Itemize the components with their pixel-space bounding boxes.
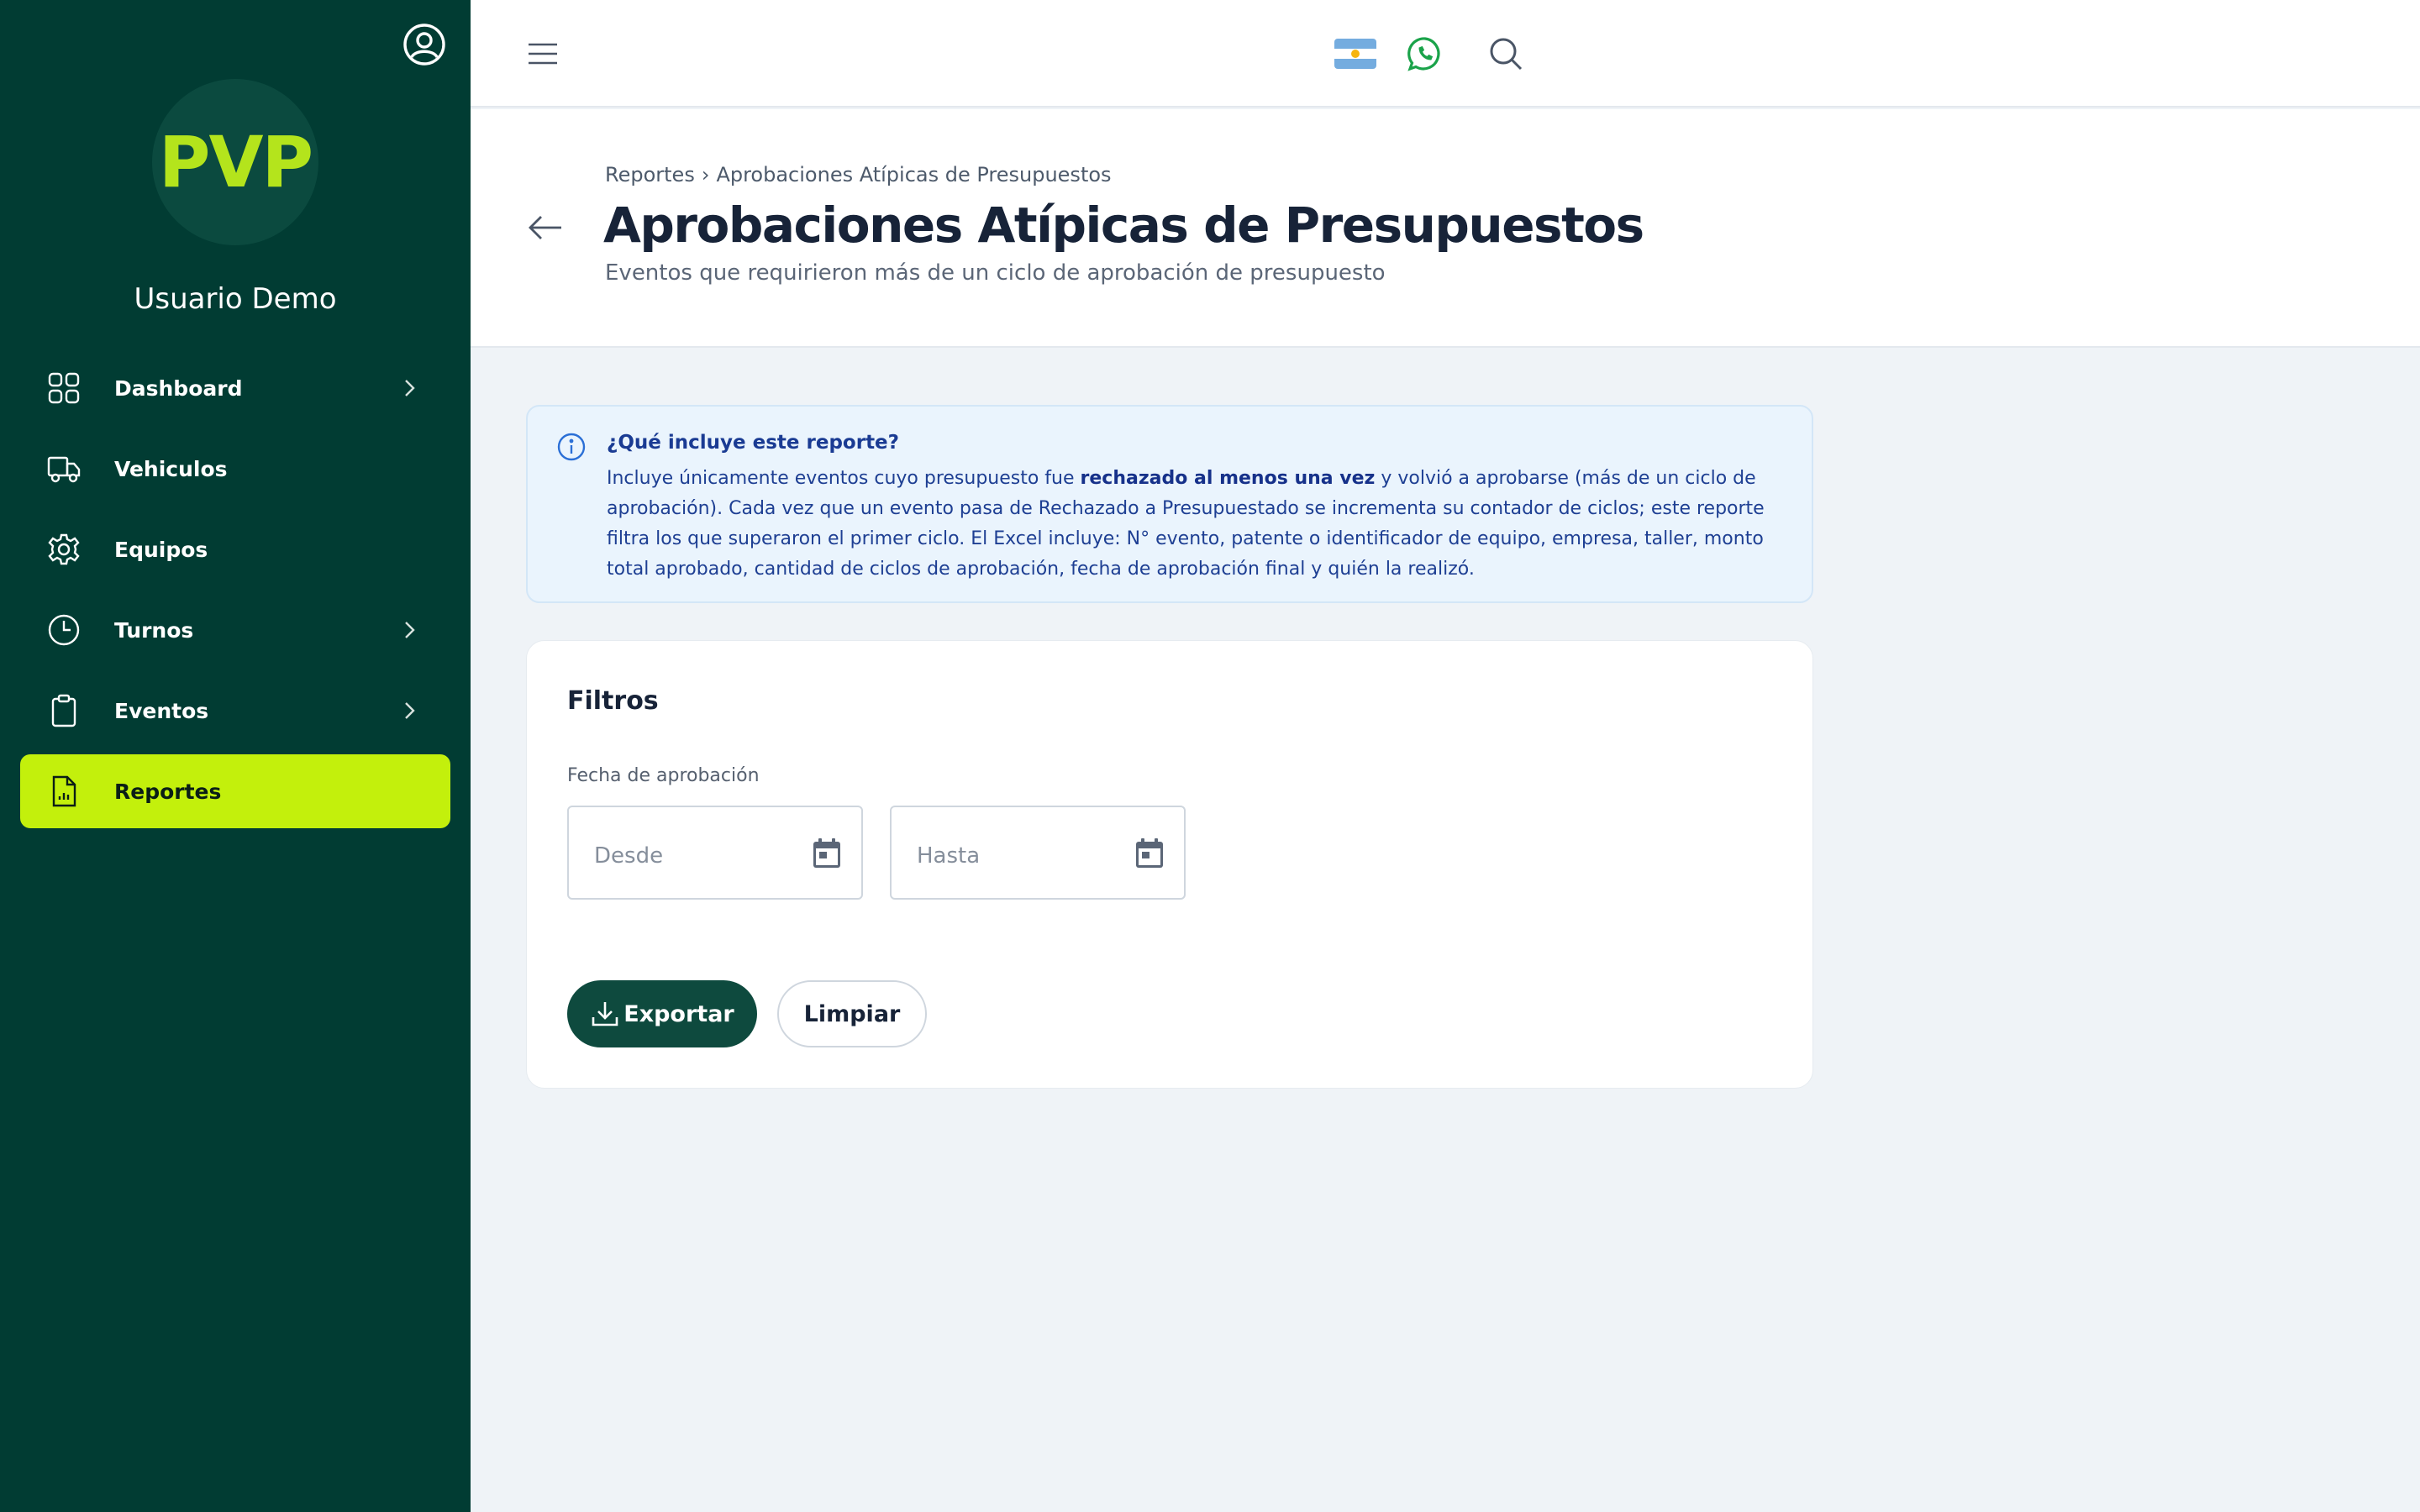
logo-text: PVP	[158, 121, 313, 203]
menu-icon[interactable]	[526, 37, 560, 71]
report-icon	[52, 775, 76, 807]
clipboard-icon	[51, 694, 76, 727]
sidebar-item-label: Equipos	[114, 537, 208, 562]
sidebar-item-label: Turnos	[114, 617, 194, 643]
truck-icon	[47, 456, 81, 483]
sidebar-item-vehiculos[interactable]: Vehiculos	[20, 432, 450, 506]
export-button-label: Exportar	[623, 1000, 734, 1027]
date-from-input[interactable]	[594, 839, 796, 873]
sidebar-item-label: Eventos	[114, 698, 209, 723]
user-name: Usuario Demo	[134, 282, 337, 316]
sidebar-nav: Dashboard Vehiculos Equipos Turnos Event…	[20, 351, 450, 835]
breadcrumb-item-reportes[interactable]: Reportes	[605, 163, 695, 186]
whatsapp-icon[interactable]	[1407, 35, 1444, 72]
page-subtitle: Eventos que requirieron más de un ciclo …	[605, 260, 1386, 286]
date-range-label: Fecha de aprobación	[567, 765, 760, 786]
clock-icon	[48, 614, 80, 646]
user-profile-icon[interactable]	[402, 22, 447, 67]
sidebar-item-label: Dashboard	[114, 375, 243, 401]
grid-icon	[48, 372, 80, 404]
date-to-field[interactable]	[890, 806, 1186, 900]
filters-title: Filtros	[567, 686, 659, 716]
calendar-icon[interactable]	[809, 836, 844, 871]
brand-logo: PVP	[152, 79, 318, 245]
search-icon[interactable]	[1487, 35, 1524, 72]
breadcrumb-item-current: Aprobaciones Atípicas de Presupuestos	[716, 163, 1112, 186]
page-title: Aprobaciones Atípicas de Presupuestos	[603, 197, 1644, 254]
topbar	[471, 0, 2420, 108]
report-info-box: ¿Qué incluye este reporte? Incluye única…	[526, 405, 1813, 603]
clear-button-label: Limpiar	[803, 1000, 901, 1027]
sidebar-item-eventos[interactable]: Eventos	[20, 674, 450, 748]
breadcrumb: Reportes › Aprobaciones Atípicas de Presup…	[605, 163, 1112, 186]
argentina-flag-icon[interactable]	[1334, 39, 1376, 69]
breadcrumb-separator: ›	[701, 163, 710, 186]
chevron-right-icon	[405, 702, 415, 719]
sidebar-item-label: Vehiculos	[114, 456, 228, 481]
back-arrow-icon[interactable]	[526, 208, 565, 247]
sidebar: PVP Usuario Demo Dashboard Vehiculos Equ…	[0, 0, 471, 1512]
sidebar-item-dashboard[interactable]: Dashboard	[20, 351, 450, 425]
page-header: Reportes › Aprobaciones Atípicas de Presup…	[471, 109, 2420, 348]
download-icon	[592, 1002, 618, 1026]
chevron-right-icon	[405, 380, 415, 396]
date-to-input[interactable]	[917, 839, 1118, 873]
clear-button[interactable]: Limpiar	[777, 980, 927, 1047]
calendar-icon[interactable]	[1132, 836, 1167, 871]
info-icon	[557, 433, 586, 461]
sidebar-item-label: Reportes	[114, 779, 222, 804]
sidebar-item-equipos[interactable]: Equipos	[20, 512, 450, 586]
filters-card: Filtros Fecha de aprobación Exportar Lim…	[526, 640, 1813, 1089]
info-text-bold: rechazado al menos una vez	[1080, 468, 1376, 489]
sidebar-item-reportes[interactable]: Reportes	[20, 754, 450, 828]
info-title: ¿Qué incluye este reporte?	[607, 432, 899, 454]
gear-icon	[48, 533, 80, 565]
info-text: Incluye únicamente eventos cuyo presupue…	[607, 464, 1783, 585]
date-from-field[interactable]	[567, 806, 863, 900]
export-button[interactable]: Exportar	[567, 980, 757, 1047]
info-text-start: Incluye únicamente eventos cuyo presupue…	[607, 468, 1081, 489]
sidebar-item-turnos[interactable]: Turnos	[20, 593, 450, 667]
chevron-right-icon	[405, 622, 415, 638]
